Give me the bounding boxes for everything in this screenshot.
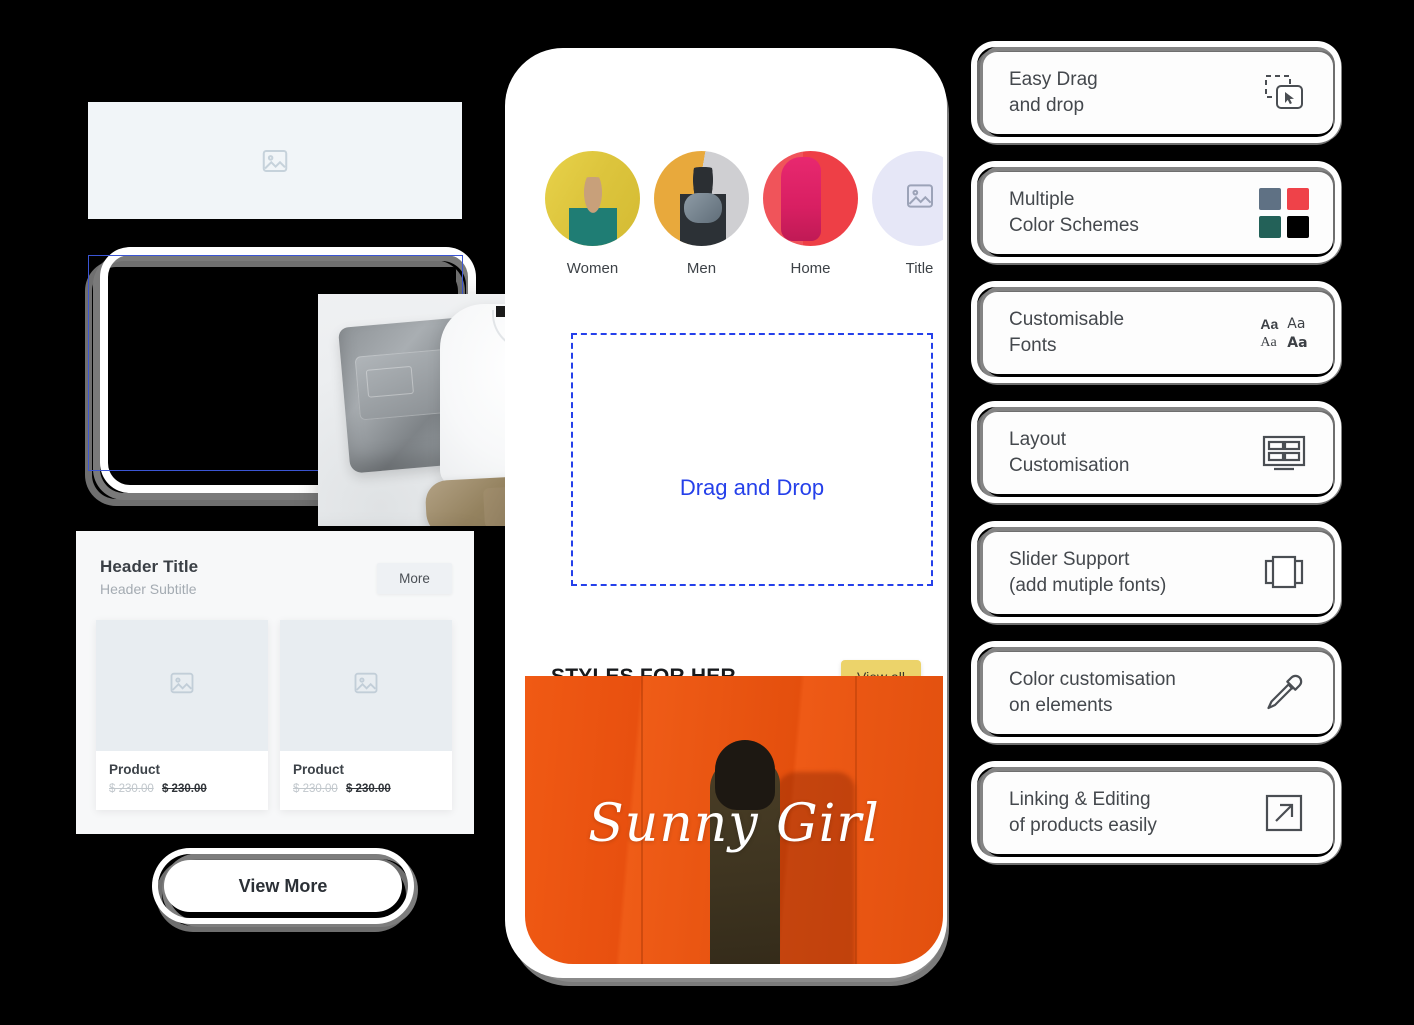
more-button[interactable]: More — [377, 563, 452, 594]
card-label-line1: Layout — [1009, 428, 1067, 450]
feature-card-multiple-color-schemes[interactable]: Multiple Color Schemes — [975, 166, 1345, 265]
card-surface[interactable]: Color customisation on elements — [983, 652, 1333, 734]
card-label-line1: Linking & Editing — [1009, 788, 1151, 810]
product-card[interactable]: Product $ 230.00 $ 230.00 — [280, 620, 452, 810]
product-name: Product — [293, 762, 345, 777]
card-label-line2: and drop — [1009, 95, 1085, 116]
category-label: Title — [905, 260, 934, 277]
image-placeholder-block[interactable] — [88, 102, 462, 219]
category-item-title[interactable]: Title — [872, 151, 943, 277]
product-image — [280, 620, 452, 751]
image-icon — [904, 180, 936, 217]
card-surface[interactable]: Slider Support (add mutiple fonts) — [983, 532, 1333, 614]
category-avatar — [654, 151, 749, 246]
product-image — [96, 620, 268, 751]
drag-and-drop-zone[interactable]: Drag and Drop — [571, 333, 933, 586]
card-label: Linking & Editing of products easily — [1009, 787, 1157, 839]
feature-card-layout-customisation[interactable]: Layout Customisation — [975, 406, 1345, 505]
swatch-red — [1287, 188, 1309, 210]
category-label: Men — [686, 260, 717, 277]
feature-card-linking-editing[interactable]: Linking & Editing of products easily — [975, 766, 1345, 865]
swatch-grid — [1259, 188, 1309, 238]
font-aa-icon: Aa Aa Aa Aa — [1257, 316, 1311, 351]
category-item-women[interactable]: Women — [545, 151, 640, 277]
image-icon — [352, 669, 380, 702]
font-sample-3: Aa — [1260, 334, 1277, 350]
card-label-line1: Slider Support — [1009, 548, 1130, 570]
card-label-line2: Color Schemes — [1009, 215, 1139, 236]
card-label: Layout Customisation — [1009, 427, 1129, 479]
card-label-line2: (add mutiple fonts) — [1009, 575, 1167, 596]
image-icon — [260, 146, 290, 176]
category-avatar — [545, 151, 640, 246]
card-label-line1: Multiple — [1009, 188, 1075, 210]
view-more-container: View More — [150, 850, 420, 940]
carousel-slider-icon — [1257, 554, 1311, 592]
font-sample-2: Aa — [1287, 315, 1306, 332]
category-item-home[interactable]: Home — [763, 151, 858, 277]
image-icon — [168, 669, 196, 702]
price-new: $ 230.00 — [161, 783, 207, 795]
color-swatches-icon — [1257, 188, 1311, 238]
feature-card-slider-support[interactable]: Slider Support (add mutiple fonts) — [975, 526, 1345, 625]
view-more-button[interactable]: View More — [164, 860, 402, 912]
product-prices: $ 230.00 $ 230.00 — [109, 783, 255, 795]
card-surface[interactable]: Multiple Color Schemes — [983, 172, 1333, 254]
card-label: Easy Drag and drop — [1009, 67, 1098, 119]
price-old: $ 230.00 — [109, 783, 154, 795]
card-label-line2: of products easily — [1009, 815, 1157, 836]
card-surface[interactable]: Easy Drag and drop — [983, 52, 1333, 134]
card-label: Color customisation on elements — [1009, 667, 1176, 719]
product-prices: $ 230.00 $ 230.00 — [293, 783, 439, 795]
header-title: Header Title — [100, 557, 199, 576]
product-card[interactable]: Product $ 230.00 $ 230.00 — [96, 620, 268, 810]
category-label: Home — [790, 260, 831, 277]
phone-mockup: Women Men Home Title Drag and Drop Sunny… — [503, 46, 958, 996]
price-old: $ 230.00 — [293, 783, 338, 795]
drag-drop-icon — [1257, 73, 1311, 113]
font-sample-1: Aa — [1260, 315, 1279, 332]
feature-card-customisable-fonts[interactable]: Customisable Fonts Aa Aa Aa Aa — [975, 286, 1345, 385]
card-label-line1: Easy Drag — [1009, 68, 1098, 90]
product-grid: Product $ 230.00 $ 230.00 Product $ 230.… — [96, 620, 452, 810]
header-subtitle: Header Subtitle — [100, 581, 197, 597]
screenshot-stage: Header Title Header Subtitle More Produc… — [0, 0, 1414, 1025]
category-avatar-placeholder — [872, 151, 943, 246]
layout-grid-icon — [1257, 433, 1311, 473]
card-surface[interactable]: Layout Customisation — [983, 412, 1333, 494]
card-label-line2: on elements — [1009, 695, 1113, 716]
card-label: Customisable Fonts — [1009, 307, 1124, 359]
card-label: Slider Support (add mutiple fonts) — [1009, 547, 1166, 599]
card-surface[interactable]: Customisable Fonts Aa Aa Aa Aa — [983, 292, 1333, 374]
phone-screen: Women Men Home Title Drag and Drop Sunny… — [525, 56, 943, 964]
hero-banner[interactable]: Sunny Girl — [525, 676, 943, 964]
product-body: Product $ 230.00 $ 230.00 — [96, 751, 268, 810]
feature-card-list: Easy Drag and drop Multiple Color Scheme… — [975, 46, 1345, 886]
drag-and-drop-label: Drag and Drop — [679, 475, 825, 500]
category-row: Women Men Home Title — [545, 151, 943, 277]
card-surface[interactable]: Linking & Editing of products easily — [983, 772, 1333, 854]
panel-header: Header Title Header Subtitle — [100, 557, 198, 597]
hero-title: Sunny Girl — [588, 794, 880, 854]
font-sample-4: Aa — [1287, 334, 1308, 351]
product-body: Product $ 230.00 $ 230.00 — [280, 751, 452, 810]
category-avatar — [763, 151, 858, 246]
feature-card-easy-drag-and-drop[interactable]: Easy Drag and drop — [975, 46, 1345, 145]
card-label-line2: Fonts — [1009, 335, 1057, 356]
feature-card-color-customisation[interactable]: Color customisation on elements — [975, 646, 1345, 745]
card-label: Multiple Color Schemes — [1009, 187, 1139, 239]
font-sample-grid: Aa Aa Aa Aa — [1260, 316, 1307, 351]
price-new: $ 230.00 — [345, 783, 391, 795]
swatch-black — [1287, 216, 1309, 238]
category-label: Women — [566, 260, 619, 277]
swatch-slate — [1259, 188, 1281, 210]
external-link-icon — [1257, 792, 1311, 834]
card-label-line2: Customisation — [1009, 455, 1130, 476]
card-label-line1: Customisable — [1009, 308, 1125, 330]
card-label-line1: Color customisation — [1009, 668, 1176, 690]
swatch-teal — [1259, 216, 1281, 238]
category-item-men[interactable]: Men — [654, 151, 749, 277]
eyedropper-icon — [1257, 672, 1311, 714]
product-name: Product — [109, 762, 161, 777]
